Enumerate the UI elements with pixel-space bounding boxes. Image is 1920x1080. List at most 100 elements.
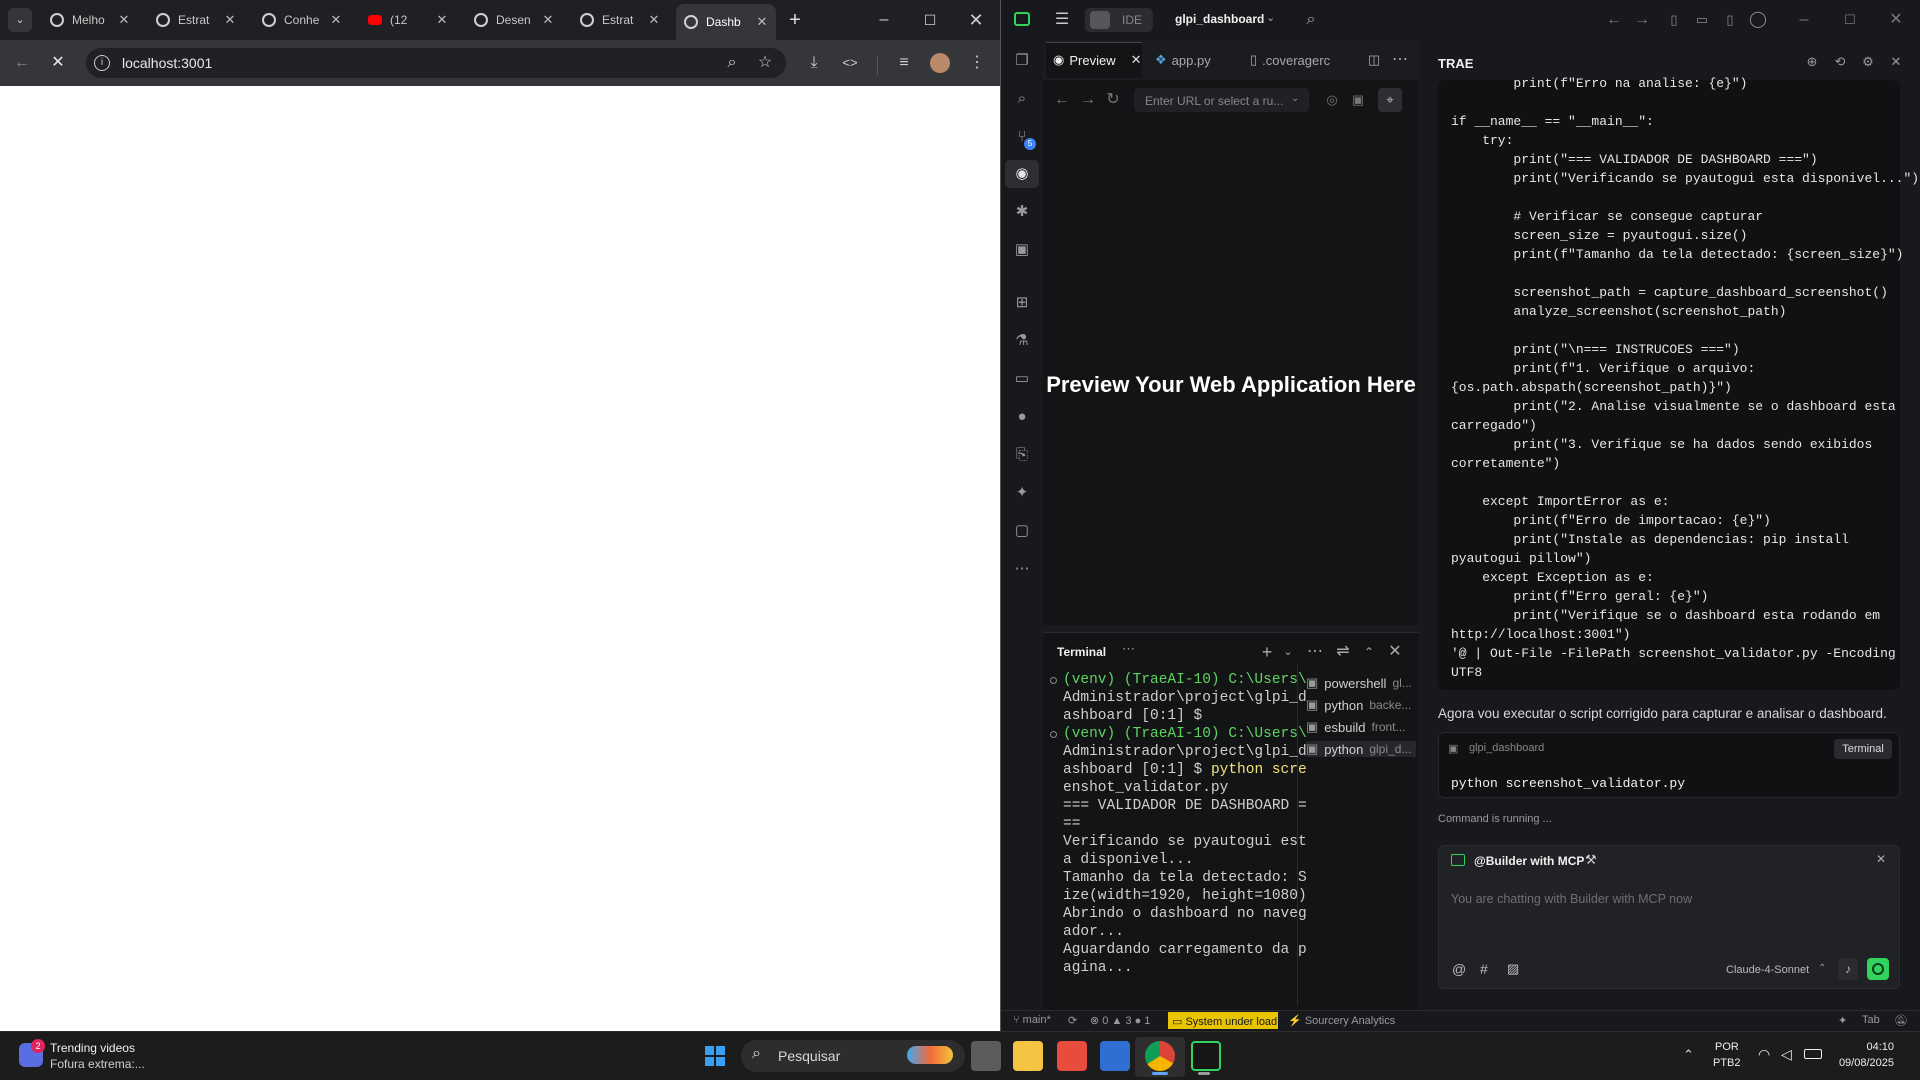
ide-close-button[interactable]: ✕: [1884, 8, 1908, 32]
tab-close-icon[interactable]: ✕: [330, 12, 342, 28]
explorer-icon[interactable]: ❐: [1009, 48, 1035, 74]
language-indicator[interactable]: POR: [1715, 1041, 1739, 1053]
mcp-tools-icon[interactable]: ⚒: [1585, 852, 1597, 868]
windows-start-icon[interactable]: [705, 1046, 725, 1066]
tab-close-icon[interactable]: ✕: [436, 12, 448, 28]
preview-inspect-icon[interactable]: ⌖: [1378, 88, 1402, 112]
clock-date[interactable]: 09/08/2025: [1837, 1057, 1894, 1069]
trae-taskbar-icon[interactable]: [1191, 1041, 1221, 1071]
toggle-aux-icon[interactable]: ▯: [1718, 8, 1742, 32]
remote-explorer-icon[interactable]: ▣: [1009, 237, 1035, 263]
terminal-settings-icon[interactable]: ⇌: [1331, 640, 1355, 664]
chat-input-placeholder[interactable]: You are chatting with Builder with MCP n…: [1451, 892, 1692, 906]
account-icon[interactable]: ◯: [1746, 8, 1770, 32]
new-chat-icon[interactable]: ⊕: [1800, 50, 1824, 74]
preview-open-external-icon[interactable]: ▣: [1346, 88, 1370, 112]
preview-back-icon[interactable]: ←: [1050, 88, 1074, 112]
tab-indicator[interactable]: Tab: [1862, 1014, 1880, 1026]
hamburger-menu-icon[interactable]: ☰: [1050, 8, 1074, 32]
terminal-dropdown-icon[interactable]: ⌄: [1276, 640, 1300, 664]
devtools-code-icon[interactable]: <>: [838, 51, 862, 75]
tray-chevron-icon[interactable]: ⌃: [1683, 1047, 1694, 1063]
nav-back-icon[interactable]: ←: [1602, 8, 1626, 32]
editor-more-icon[interactable]: ⋯: [1388, 48, 1412, 72]
preview-reload-icon[interactable]: ↻: [1101, 88, 1125, 112]
maximize-button[interactable]: ☐: [918, 8, 942, 32]
nav-forward-icon[interactable]: →: [1630, 8, 1654, 32]
ai-sparkle-icon[interactable]: ✦: [1838, 1014, 1847, 1027]
sync-icon[interactable]: ⟳: [1068, 1014, 1077, 1027]
terminal-session-item[interactable]: ▣ python backe...: [1306, 697, 1411, 713]
open-terminal-button[interactable]: Terminal: [1834, 739, 1892, 759]
tab-close-icon[interactable]: ✕: [224, 12, 236, 28]
close-window-button[interactable]: ✕: [964, 8, 988, 32]
pdf-app-icon[interactable]: [1057, 1041, 1087, 1071]
branch-indicator[interactable]: ⑂ main*: [1013, 1014, 1051, 1026]
remote-window-icon[interactable]: ▢: [1009, 518, 1035, 544]
search-icon[interactable]: ⌕: [1009, 86, 1035, 112]
wifi-icon[interactable]: ◠: [1758, 1046, 1770, 1063]
toggle-panel-icon[interactable]: ▭: [1690, 8, 1714, 32]
maximize-panel-icon[interactable]: ⌃: [1357, 640, 1381, 664]
terminal-more-icon[interactable]: ⋯: [1122, 641, 1135, 657]
microphone-icon[interactable]: ♪: [1838, 958, 1858, 980]
back-arrow-icon[interactable]: ←: [10, 51, 34, 75]
download-icon[interactable]: ⤓: [802, 51, 826, 75]
preview-target-icon[interactable]: ◎: [1320, 88, 1344, 112]
mention-at-icon[interactable]: @: [1452, 961, 1466, 977]
ide-maximize-button[interactable]: ☐: [1838, 8, 1862, 32]
close-tab-icon[interactable]: ✕: [1131, 52, 1142, 68]
profile-avatar[interactable]: [930, 53, 950, 73]
terminal-session-item[interactable]: ▣ esbuild front...: [1306, 719, 1406, 735]
url-text[interactable]: localhost:3001: [122, 55, 212, 71]
browser-tab[interactable]: Melho ✕: [42, 6, 138, 34]
site-info-icon[interactable]: i: [94, 55, 110, 71]
tab-close-icon[interactable]: ✕: [648, 12, 660, 28]
project-name[interactable]: glpi_dashboard: [1175, 12, 1264, 26]
close-chat-icon[interactable]: ✕: [1884, 50, 1908, 74]
battery-icon[interactable]: [1804, 1049, 1822, 1059]
volume-icon[interactable]: ◁: [1781, 1046, 1792, 1063]
remote-desktop-icon[interactable]: [1100, 1041, 1130, 1071]
agent-name[interactable]: @Builder with MCP: [1474, 854, 1584, 868]
new-tab-plus-icon[interactable]: +: [783, 8, 807, 32]
github-icon[interactable]: ●: [1009, 404, 1035, 430]
chrome-taskbar-icon[interactable]: [1145, 1041, 1175, 1071]
split-editor-icon[interactable]: ◫: [1362, 48, 1386, 72]
widget-subtitle[interactable]: Fofura extrema:...: [50, 1057, 145, 1071]
tab-app-py[interactable]: ❖ app.py: [1155, 48, 1211, 72]
hash-context-icon[interactable]: #: [1480, 961, 1488, 977]
ide-minimize-button[interactable]: –: [1792, 8, 1816, 32]
media-queue-icon[interactable]: ≡: [892, 51, 916, 75]
send-stop-button[interactable]: [1867, 958, 1889, 980]
browser-tab[interactable]: (12 ✕: [360, 6, 456, 34]
project-chevron-icon[interactable]: ⌄: [1266, 11, 1275, 24]
more-views-icon[interactable]: ⋯: [1009, 556, 1035, 582]
browser-tab[interactable]: Conhe ✕: [254, 6, 350, 34]
file-search-icon[interactable]: ⎘: [1009, 442, 1035, 468]
browser-tab[interactable]: Estrat ✕: [572, 6, 668, 34]
model-chevron-icon[interactable]: ⌃: [1818, 963, 1826, 974]
sourcery-plugin[interactable]: ⚡ Sourcery Analytics: [1288, 1014, 1395, 1027]
tab-search-chevron-icon[interactable]: ⌄: [8, 8, 32, 32]
bookmark-star-icon[interactable]: ☆: [753, 51, 777, 75]
tab-preview[interactable]: ◉ Preview ✕: [1053, 48, 1142, 72]
debug-bug-icon[interactable]: ✱: [1009, 199, 1035, 225]
chat-settings-gear-icon[interactable]: ⚙: [1856, 50, 1880, 74]
image-attach-icon[interactable]: ▨: [1507, 961, 1519, 977]
tab-close-icon[interactable]: ✕: [756, 14, 768, 30]
preview-eye-icon[interactable]: ◉: [1009, 161, 1035, 187]
terminal-options-icon[interactable]: ⋯: [1303, 640, 1327, 664]
preview-forward-icon[interactable]: →: [1076, 88, 1100, 112]
browser-tab[interactable]: Estrat ✕: [148, 6, 244, 34]
model-selector[interactable]: Claude-4-Sonnet: [1726, 964, 1809, 976]
file-explorer-icon[interactable]: [1013, 1041, 1043, 1071]
notifications-muted-icon[interactable]: 🔕︎: [1894, 1014, 1908, 1027]
history-icon[interactable]: ⟲: [1828, 50, 1852, 74]
tab-close-icon[interactable]: ✕: [542, 12, 554, 28]
stop-loading-icon[interactable]: ✕: [46, 51, 70, 75]
problems-indicator[interactable]: ⊗ 0 ▲ 3 ● 1: [1090, 1014, 1150, 1027]
browser-tab[interactable]: Dashb ✕: [676, 4, 776, 40]
url-dropdown-icon[interactable]: ⌄: [1291, 93, 1299, 104]
sparkle-icon[interactable]: ✦: [1009, 480, 1035, 506]
